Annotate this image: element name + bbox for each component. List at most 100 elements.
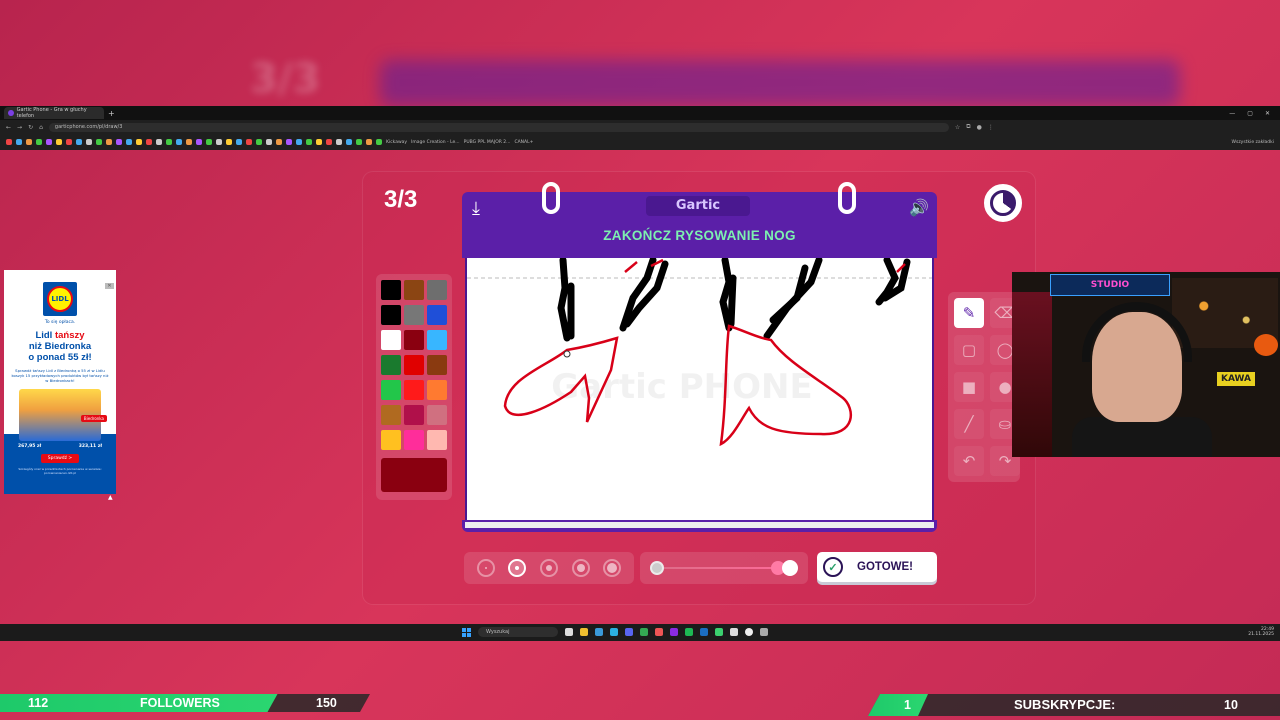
- download-icon[interactable]: ⤓: [472, 198, 480, 219]
- bookmark-icon[interactable]: [376, 139, 382, 145]
- bookmark-icon[interactable]: [296, 139, 302, 145]
- windows-start-icon[interactable]: [462, 627, 471, 637]
- bookmark-icon[interactable]: [86, 139, 92, 145]
- steam-icon[interactable]: [700, 628, 708, 636]
- color-swatch[interactable]: [381, 380, 401, 400]
- bookmark-icon[interactable]: [126, 139, 132, 145]
- ad-close-icon[interactable]: ✕: [105, 283, 114, 289]
- bookmark-icon[interactable]: [66, 139, 72, 145]
- taskbar-search-input[interactable]: Wyszukaj: [478, 627, 558, 637]
- brush-size-button[interactable]: [476, 559, 495, 577]
- bookmark-icon[interactable]: [346, 139, 352, 145]
- app-icon[interactable]: [715, 628, 723, 636]
- bookmark-star-icon[interactable]: ☆: [955, 124, 960, 131]
- bookmark-icon[interactable]: [276, 139, 282, 145]
- profile-icon[interactable]: ●: [977, 124, 982, 131]
- bookmark-icon[interactable]: [316, 139, 322, 145]
- menu-icon[interactable]: ⋮: [988, 124, 994, 131]
- bookmark-icon[interactable]: [216, 139, 222, 145]
- bookmark-icon[interactable]: [286, 139, 292, 145]
- ad-info-icon[interactable]: ▲: [108, 494, 113, 501]
- bookmark-icon[interactable]: [156, 139, 162, 145]
- file-explorer-icon[interactable]: [580, 628, 588, 636]
- chrome-icon[interactable]: [640, 628, 648, 636]
- bookmark-icon[interactable]: [56, 139, 62, 145]
- bookmark-icon[interactable]: [16, 139, 22, 145]
- color-swatch[interactable]: [427, 405, 447, 425]
- rectangle-fill-tool-icon[interactable]: ■: [954, 372, 984, 402]
- bookmark-link[interactable]: CANAL+: [514, 140, 533, 145]
- color-swatch[interactable]: [381, 355, 401, 375]
- bookmark-icon[interactable]: [146, 139, 152, 145]
- bookmark-link[interactable]: Kickaway: [386, 140, 407, 145]
- color-swatch[interactable]: [427, 430, 447, 450]
- maximize-icon[interactable]: ▢: [1247, 110, 1253, 117]
- rectangle-outline-tool-icon[interactable]: ▢: [954, 335, 984, 365]
- bookmark-icon[interactable]: [76, 139, 82, 145]
- bookmark-icon[interactable]: [306, 139, 312, 145]
- lidl-advertisement[interactable]: ✕ LIDL To się opłaca. Lidl tańszy niż Bi…: [4, 270, 116, 494]
- ad-cta-button[interactable]: Sprawdź >: [41, 454, 79, 463]
- back-icon[interactable]: ←: [6, 124, 11, 131]
- twitch-icon[interactable]: [670, 628, 678, 636]
- bookmark-icon[interactable]: [166, 139, 172, 145]
- bookmark-icon[interactable]: [176, 139, 182, 145]
- bookmark-icon[interactable]: [266, 139, 272, 145]
- url-input[interactable]: garticphone.com/pl/draw/3: [48, 122, 949, 132]
- color-swatch[interactable]: [427, 280, 447, 300]
- app-icon[interactable]: [730, 628, 738, 636]
- color-swatch[interactable]: [381, 280, 401, 300]
- new-tab-icon[interactable]: +: [108, 109, 115, 118]
- minimize-icon[interactable]: —: [1229, 110, 1235, 117]
- bookmark-icon[interactable]: [336, 139, 342, 145]
- spotify-icon[interactable]: [685, 628, 693, 636]
- system-tray-clock[interactable]: 22:49 21.11.2025: [1248, 627, 1274, 637]
- color-swatch[interactable]: [381, 430, 401, 450]
- brush-size-button[interactable]: [571, 559, 590, 577]
- store-icon[interactable]: [595, 628, 603, 636]
- bookmark-link[interactable]: Image Creation - Le...: [411, 140, 460, 145]
- obs-icon[interactable]: [745, 628, 753, 636]
- bookmark-icon[interactable]: [326, 139, 332, 145]
- bookmark-icon[interactable]: [196, 139, 202, 145]
- color-swatch[interactable]: [381, 330, 401, 350]
- sound-icon[interactable]: 🔊: [909, 198, 929, 217]
- bookmark-icon[interactable]: [46, 139, 52, 145]
- bookmark-icon[interactable]: [206, 139, 212, 145]
- bookmark-icon[interactable]: [256, 139, 262, 145]
- done-button[interactable]: ✓ GOTOWE!: [817, 552, 937, 582]
- forward-icon[interactable]: →: [17, 124, 22, 131]
- bookmark-icon[interactable]: [136, 139, 142, 145]
- color-swatch[interactable]: [427, 355, 447, 375]
- color-swatch[interactable]: [404, 430, 424, 450]
- bookmark-icon[interactable]: [356, 139, 362, 145]
- brush-size-button[interactable]: [508, 559, 527, 577]
- bookmark-icon[interactable]: [226, 139, 232, 145]
- bookmark-icon[interactable]: [186, 139, 192, 145]
- bookmark-icon[interactable]: [116, 139, 122, 145]
- color-swatch[interactable]: [404, 280, 424, 300]
- color-swatch[interactable]: [404, 380, 424, 400]
- color-swatch[interactable]: [404, 405, 424, 425]
- drawing-canvas[interactable]: Gartic PHONE: [465, 258, 934, 528]
- task-view-icon[interactable]: [565, 628, 573, 636]
- close-icon[interactable]: ✕: [1265, 110, 1270, 117]
- brush-size-button[interactable]: [539, 559, 558, 577]
- color-swatch[interactable]: [427, 330, 447, 350]
- home-icon[interactable]: ⌂: [39, 124, 43, 131]
- bookmark-icon[interactable]: [366, 139, 372, 145]
- bookmark-icon[interactable]: [236, 139, 242, 145]
- reload-icon[interactable]: ↻: [28, 124, 33, 131]
- undo-icon[interactable]: ↶: [954, 446, 984, 476]
- brush-size-button[interactable]: [603, 559, 622, 577]
- color-swatch[interactable]: [404, 305, 424, 325]
- color-swatch[interactable]: [427, 380, 447, 400]
- app-icon[interactable]: [655, 628, 663, 636]
- current-color-preview[interactable]: [381, 458, 447, 492]
- settings-icon[interactable]: [760, 628, 768, 636]
- bookmark-icon[interactable]: [106, 139, 112, 145]
- opacity-slider[interactable]: [640, 552, 808, 584]
- color-swatch[interactable]: [404, 355, 424, 375]
- edge-icon[interactable]: [610, 628, 618, 636]
- bookmark-link[interactable]: PUBG PPL MAJOR 2...: [464, 140, 511, 145]
